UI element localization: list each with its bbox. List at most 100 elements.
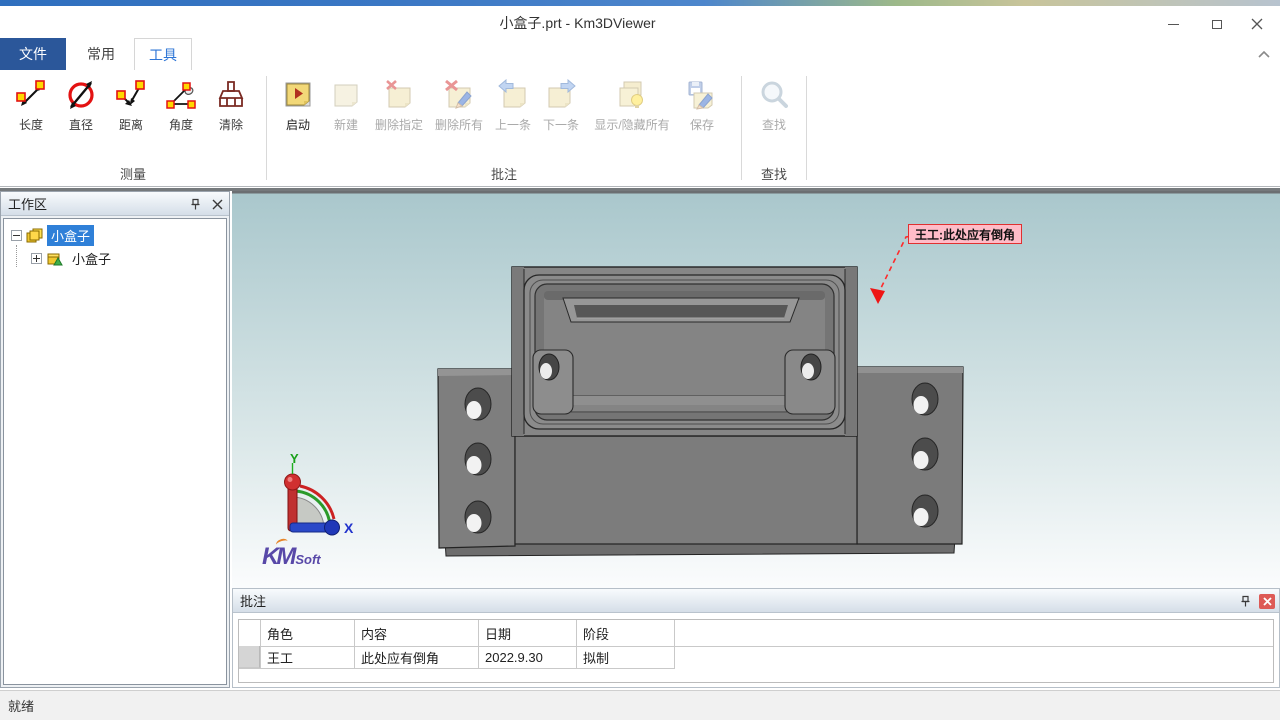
collapse-expander-icon[interactable] bbox=[11, 230, 22, 241]
cell-role[interactable]: 王工 bbox=[260, 646, 354, 668]
previous-annotation-button[interactable]: 上一条 bbox=[489, 72, 537, 133]
diameter-label: 直径 bbox=[69, 116, 93, 133]
length-label: 长度 bbox=[19, 116, 43, 133]
close-icon bbox=[212, 199, 223, 210]
annotation-panel-close-button[interactable] bbox=[1259, 594, 1275, 609]
title-bar: 小盒子.prt - Km3DViewer bbox=[0, 6, 1280, 38]
ribbon-group-annotate: 启动 新建 bbox=[267, 70, 741, 186]
pin-icon bbox=[189, 198, 202, 211]
group-caption-annotate: 批注 bbox=[267, 164, 741, 183]
pin-button[interactable] bbox=[187, 196, 203, 212]
column-header-role[interactable]: 角色 bbox=[260, 620, 354, 646]
distance-button[interactable]: 距离 bbox=[106, 72, 156, 133]
axis-y-label: Y bbox=[290, 451, 299, 466]
angle-button[interactable]: 角度 bbox=[156, 72, 206, 133]
column-divider bbox=[674, 620, 675, 668]
start-note-icon bbox=[280, 76, 316, 114]
workspace-close-button[interactable] bbox=[209, 196, 225, 212]
tree-node-root[interactable]: 小盒子 bbox=[4, 225, 226, 246]
length-measure-icon bbox=[13, 76, 49, 114]
tree-connector bbox=[16, 245, 17, 267]
model-canvas: Y X bbox=[232, 191, 1280, 588]
right-wing-holes bbox=[912, 383, 938, 527]
tab-tools[interactable]: 工具 bbox=[134, 38, 192, 70]
delete-selected-label: 删除指定 bbox=[375, 116, 423, 133]
next-note-icon bbox=[543, 76, 579, 114]
workspace-tree: 小盒子 小盒子 bbox=[3, 218, 227, 685]
assembly-icon bbox=[25, 228, 44, 244]
next-label: 下一条 bbox=[543, 116, 579, 133]
annotation-panel: 批注 角色 内容 日期 阶段 王工 bbox=[232, 588, 1280, 688]
diameter-button[interactable]: 直径 bbox=[56, 72, 106, 133]
cell-content[interactable]: 此处应有倒角 bbox=[354, 646, 478, 668]
save-floppy-pen-icon bbox=[684, 76, 720, 114]
collapse-ribbon-button[interactable] bbox=[1258, 46, 1270, 64]
clear-button[interactable]: 清除 bbox=[206, 72, 256, 133]
distance-measure-icon bbox=[113, 76, 149, 114]
tree-node-label[interactable]: 小盒子 bbox=[68, 248, 115, 269]
find-magnifier-icon bbox=[756, 76, 792, 114]
delete-all-annotations-button[interactable]: 删除所有 bbox=[429, 72, 489, 133]
new-label: 新建 bbox=[334, 116, 358, 133]
show-hide-notes-bulb-icon bbox=[614, 76, 650, 114]
pin-button[interactable] bbox=[1237, 593, 1253, 609]
maximize-icon bbox=[1212, 20, 1222, 29]
angle-label: 角度 bbox=[169, 116, 193, 133]
column-header-stage[interactable]: 阶段 bbox=[576, 620, 674, 646]
ribbon-group-find: 查找 查找 bbox=[742, 70, 806, 186]
row-divider bbox=[239, 668, 675, 669]
maximize-button[interactable] bbox=[1200, 12, 1234, 36]
cell-stage[interactable]: 拟制 bbox=[576, 646, 674, 668]
close-button[interactable] bbox=[1240, 12, 1274, 36]
show-hide-all-annotations-button[interactable]: 显示/隐藏所有 bbox=[585, 72, 679, 133]
delete-all-label: 删除所有 bbox=[435, 116, 483, 133]
delete-note-icon bbox=[381, 76, 417, 114]
expand-expander-icon[interactable] bbox=[31, 253, 42, 264]
3d-viewport[interactable]: Y X 王工:此处应有倒角 KMSoft bbox=[232, 191, 1280, 588]
group-caption-measure: 测量 bbox=[0, 164, 266, 183]
tree-node-part[interactable]: 小盒子 bbox=[4, 248, 226, 269]
ribbon-tab-strip: 文件 常用 工具 bbox=[0, 38, 1280, 70]
tree-node-label[interactable]: 小盒子 bbox=[47, 225, 94, 246]
next-annotation-button[interactable]: 下一条 bbox=[537, 72, 585, 133]
close-icon bbox=[1263, 597, 1272, 606]
km-soft-logo: KMSoft bbox=[262, 543, 382, 577]
tab-home[interactable]: 常用 bbox=[72, 38, 130, 70]
group-caption-find: 查找 bbox=[742, 164, 806, 183]
length-button[interactable]: 长度 bbox=[6, 72, 56, 133]
axis-x-label: X bbox=[344, 520, 354, 536]
find-label: 查找 bbox=[762, 116, 786, 133]
column-header-content[interactable]: 内容 bbox=[354, 620, 478, 646]
minimize-icon bbox=[1168, 24, 1179, 25]
app-window: 小盒子.prt - Km3DViewer 文件 常用 工具 bbox=[0, 0, 1280, 720]
distance-label: 距离 bbox=[119, 116, 143, 133]
angle-measure-icon bbox=[163, 76, 199, 114]
annotation-panel-title: 批注 bbox=[240, 591, 266, 610]
row-selector-cell[interactable] bbox=[239, 646, 260, 668]
new-annotation-button[interactable]: 新建 bbox=[323, 72, 369, 133]
left-wing-holes bbox=[465, 388, 491, 533]
clear-broom-icon bbox=[213, 76, 249, 114]
status-bar: 就绪 bbox=[0, 690, 1280, 720]
window-title: 小盒子.prt - Km3DViewer bbox=[0, 13, 1155, 33]
previous-note-icon bbox=[495, 76, 531, 114]
column-header-date[interactable]: 日期 bbox=[478, 620, 576, 646]
previous-label: 上一条 bbox=[495, 116, 531, 133]
delete-selected-annotation-button[interactable]: 删除指定 bbox=[369, 72, 429, 133]
annotation-flag[interactable]: 王工:此处应有倒角 bbox=[908, 224, 1022, 244]
show-hide-all-label: 显示/隐藏所有 bbox=[594, 116, 669, 133]
tab-file[interactable]: 文件 bbox=[0, 38, 66, 70]
chevron-up-icon bbox=[1258, 51, 1270, 59]
pin-icon bbox=[1239, 595, 1252, 608]
save-annotations-button[interactable]: 保存 bbox=[679, 72, 725, 133]
find-button[interactable]: 查找 bbox=[748, 72, 800, 133]
workspace-panel-header: 工作区 bbox=[1, 192, 229, 216]
workspace-panel: 工作区 bbox=[0, 191, 230, 688]
cell-date[interactable]: 2022.9.30 bbox=[478, 646, 576, 668]
start-annotation-button[interactable]: 启动 bbox=[273, 72, 323, 133]
start-label: 启动 bbox=[286, 116, 310, 133]
annotation-panel-header: 批注 bbox=[233, 589, 1279, 613]
ribbon: 长度 直径 bbox=[0, 70, 1280, 187]
minimize-button[interactable] bbox=[1156, 12, 1190, 36]
part-icon bbox=[45, 251, 65, 267]
